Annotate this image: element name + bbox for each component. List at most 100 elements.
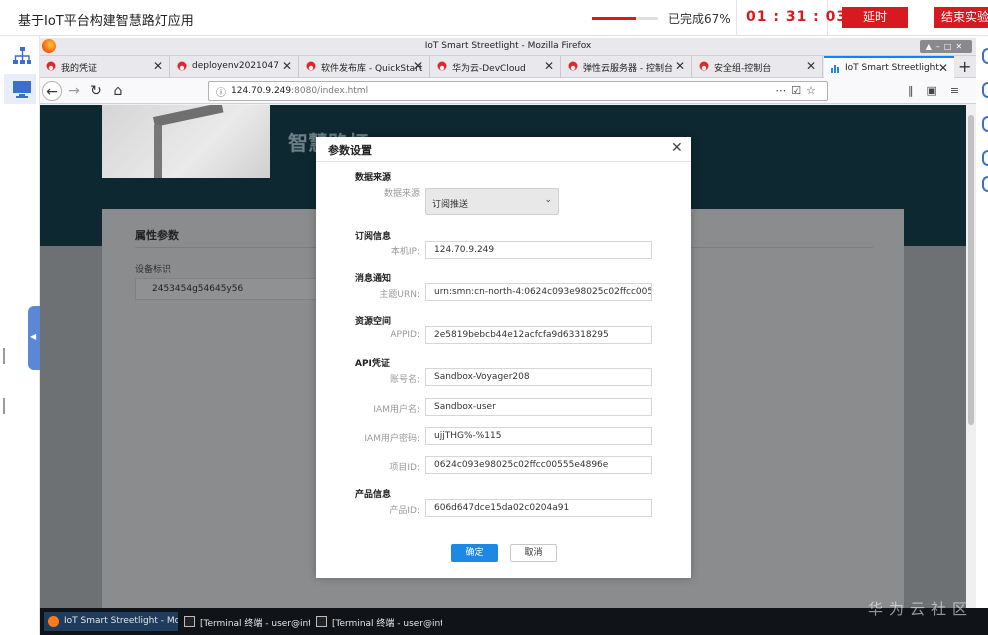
taskbar-item-terminal[interactable]: [Terminal 终端 - user@inter⋯ — [312, 612, 442, 631]
local-ip-input[interactable]: 124.70.9.249 — [425, 241, 652, 259]
close-icon[interactable]: ✕ — [675, 59, 685, 73]
data-source-select[interactable]: 订阅推送 ⌄ — [425, 188, 559, 215]
close-icon[interactable]: ✕ — [282, 59, 292, 73]
settings-dialog: 参数设置 ✕ 数据来源 数据来源 订阅推送 ⌄ 订阅信息 本机IP: 124.7… — [316, 137, 691, 578]
close-icon[interactable]: ✕ — [153, 59, 163, 73]
section-product-info: 产品信息 — [355, 490, 392, 500]
appid-label: APPID: — [390, 330, 420, 340]
terminal-icon — [316, 616, 327, 627]
iam-user-input[interactable]: Sandbox-user — [425, 398, 652, 416]
tab-strip: 我的凭证 ✕ deployenv2021047153 ✕ 软件发布库 - Qui… — [40, 56, 976, 79]
section-api-credential: API凭证 — [355, 359, 390, 369]
lab-title: 基于IoT平台构建智慧路灯应用 — [18, 14, 194, 29]
tab-deployenv[interactable]: deployenv2021047153 ✕ — [171, 56, 299, 78]
forward-arrow-icon[interactable]: → — [64, 81, 84, 101]
section-resource-space: 资源空间 — [355, 317, 392, 327]
right-rail-item[interactable] — [982, 48, 988, 64]
huawei-logo-icon — [699, 61, 709, 71]
taskbar-item-firefox[interactable]: IoT Smart Streetlight - Mozi⋯ — [44, 612, 178, 631]
taskbar-item-terminal[interactable]: [Terminal 终端 - user@inter⋯ — [180, 612, 310, 631]
close-icon[interactable]: ✕ — [671, 140, 683, 156]
url-actions-icons[interactable]: ⋯☑☆ — [775, 84, 821, 97]
close-icon[interactable]: ✕ — [938, 61, 948, 75]
huawei-logo-icon — [46, 61, 56, 71]
tab-devcloud[interactable]: 华为云-DevCloud ✕ — [431, 56, 561, 78]
window-title: IoT Smart Streetlight - Mozilla Firefox — [424, 41, 592, 51]
product-id-input[interactable]: 606d647dce15da02c0204a91 — [425, 499, 652, 517]
data-source-label: 数据来源 — [383, 189, 420, 199]
window-titlebar: IoT Smart Streetlight - Mozilla Firefox … — [40, 38, 976, 56]
right-rail-item[interactable] — [982, 150, 988, 166]
info-icon[interactable]: ⓘ — [216, 84, 226, 99]
right-rail-item[interactable] — [982, 82, 988, 98]
collapse-arrow-icon: ◀ — [30, 332, 37, 341]
close-icon[interactable]: ✕ — [413, 59, 423, 73]
section-data-source: 数据来源 — [355, 173, 392, 183]
huawei-logo-icon — [177, 61, 187, 71]
streetlight-image — [102, 105, 270, 178]
topic-urn-label: 主题URN: — [379, 290, 420, 300]
org-chart-icon[interactable] — [12, 46, 32, 66]
topic-urn-input[interactable]: urn:smn:cn-north-4:0624c093e98025c02ffcc… — [425, 283, 652, 301]
device-id-value: 2453454g54645y56 — [135, 278, 325, 300]
end-lab-button[interactable]: 结束实验 — [934, 7, 988, 28]
huawei-logo-icon — [437, 61, 447, 71]
iam-password-input[interactable]: ujjTHG%-%115 — [425, 427, 652, 445]
section-message-notify: 消息通知 — [355, 274, 392, 284]
close-icon[interactable]: ✕ — [806, 59, 816, 73]
tab-security-group[interactable]: 安全组-控制台 ✕ — [693, 56, 823, 78]
rail-mark — [3, 398, 5, 414]
tab-credentials[interactable]: 我的凭证 ✕ — [40, 56, 170, 78]
rail-mark — [3, 348, 5, 364]
countdown-timer: 01 : 31 : 03 — [746, 9, 848, 25]
watermark: 华为云社区 — [868, 600, 974, 618]
close-icon[interactable]: ✕ — [544, 59, 554, 73]
section-subscription: 订阅信息 — [355, 232, 392, 242]
cancel-button[interactable]: 取消 — [510, 544, 557, 562]
lab-header: 基于IoT平台构建智慧路灯应用 已完成67% 01 : 31 : 03 延时 结… — [0, 0, 988, 36]
right-rail — [978, 36, 988, 635]
bar-chart-favicon-icon — [831, 65, 839, 73]
card-title: 属性参数 — [135, 229, 179, 242]
confirm-button[interactable]: 确定 — [451, 544, 498, 562]
dialog-title: 参数设置 — [328, 144, 372, 157]
project-id-label: 项目ID: — [389, 463, 420, 473]
iam-password-label: IAM用户密码: — [364, 434, 420, 444]
page-scrollbar[interactable] — [966, 105, 976, 608]
window-controls[interactable]: ▲–□✕ — [920, 40, 972, 53]
home-icon[interactable]: ⌂ — [108, 81, 128, 101]
iam-user-label: IAM用户名: — [373, 405, 420, 415]
left-rail: ◀ — [0, 36, 40, 635]
url-bar[interactable]: ⓘ 124.70.9.249:8080/index.html ⋯☑☆ — [208, 81, 828, 101]
chevron-down-icon: ⌄ — [544, 195, 552, 205]
appid-input[interactable]: 2e5819bebcb44e12acfcfa9d63318295 — [425, 326, 652, 344]
account-name-label: 账号名: — [389, 375, 420, 385]
toolbar-right-icons[interactable]: ‖▣≡ — [908, 84, 972, 97]
tab-quickstart[interactable]: 软件发布库 - QuickStart ✕ — [300, 56, 430, 78]
url-text: 124.70.9.249:8080/index.html — [231, 86, 369, 96]
device-id-label: 设备标识 — [135, 265, 172, 275]
lab-progress-text: 已完成67% — [668, 12, 731, 26]
new-tab-plus-icon[interactable]: + — [958, 57, 971, 76]
huawei-logo-icon — [306, 61, 316, 71]
tab-iot-streetlight[interactable]: IoT Smart Streetlight ✕ — [824, 56, 954, 79]
account-name-input[interactable]: Sandbox-Voyager208 — [425, 368, 652, 386]
local-ip-label: 本机IP: — [390, 247, 420, 257]
navigation-toolbar: ← → ↻ ⌂ ⓘ 124.70.9.249:8080/index.html ⋯… — [40, 78, 976, 104]
desktop-icon[interactable] — [12, 79, 32, 99]
taskbar: IoT Smart Streetlight - Mozi⋯ [Terminal … — [40, 608, 988, 635]
right-rail-item[interactable] — [982, 176, 988, 192]
project-id-input[interactable]: 0624c093e98025c02ffcc00555e4896e — [425, 456, 652, 474]
back-arrow-icon[interactable]: ← — [42, 81, 62, 101]
huawei-logo-icon — [568, 61, 578, 71]
terminal-icon — [184, 616, 195, 627]
tab-ecs-console[interactable]: 弹性云服务器 - 控制台 ✕ — [562, 56, 692, 78]
right-rail-item[interactable] — [982, 116, 988, 132]
firefox-logo-icon — [48, 616, 59, 627]
collapse-panel-tab[interactable]: ◀ — [28, 306, 40, 370]
delay-button[interactable]: 延时 — [842, 7, 908, 28]
lab-progress-bar — [592, 17, 658, 20]
lab-progress-fill — [592, 17, 637, 20]
product-id-label: 产品ID: — [389, 506, 420, 516]
reload-icon[interactable]: ↻ — [86, 81, 106, 101]
